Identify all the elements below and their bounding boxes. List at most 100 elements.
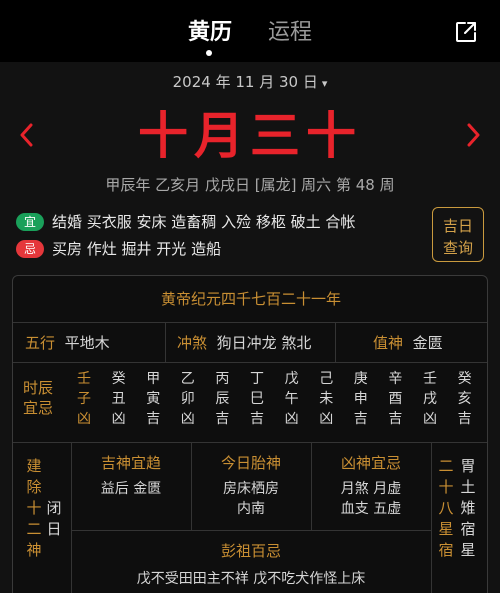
pengzu-title: 彭祖百忌 (220, 542, 281, 560)
divider (165, 322, 166, 362)
shichen-zhi: 丑 (111, 391, 126, 407)
shichen-luck: 凶 (319, 411, 334, 427)
jianchu-value: 闭日 (46, 499, 62, 538)
chevron-down-icon: ▾ (321, 77, 328, 90)
lunar-date: 十月三十 (138, 106, 362, 165)
jiri-query-button[interactable]: 吉日 查询 (432, 207, 484, 262)
shichen-column: 癸丑凶 (110, 369, 128, 429)
shichen-zhi: 亥 (457, 391, 472, 407)
shichen-zhi: 午 (284, 391, 299, 407)
top-bar: 黄历 运程 (0, 0, 500, 62)
divider (71, 530, 431, 531)
shichen-column: 乙卯凶 (179, 369, 197, 429)
shichen-column: 壬戌凶 (421, 369, 439, 429)
yi-row: 宜结婚 买衣服 安床 造畜稠 入殓 移柩 破土 合帐 (16, 211, 416, 233)
shichen-gan: 壬 (423, 371, 437, 387)
chongsha-value: 狗日冲龙 煞北 (216, 334, 312, 352)
jishen-body: 益后 金匮 (100, 481, 162, 497)
taishen-line1: 房床栖房 (223, 481, 279, 497)
shichen-column: 戊午凶 (283, 369, 301, 429)
shichen-luck: 凶 (77, 411, 91, 427)
yi-badge: 宜 (16, 212, 44, 231)
divider (431, 442, 432, 593)
shichen-luck: 凶 (180, 411, 195, 427)
huangdi-year: 黄帝纪元四千七百二十一年 (160, 290, 341, 308)
jishen-title: 吉神宜趋 (100, 454, 161, 472)
zhishen-cell: 值神 金匮 (373, 332, 443, 354)
shichen-column: 庚申吉 (352, 369, 370, 429)
shichen-luck: 凶 (111, 411, 126, 427)
shichen-gan: 己 (319, 371, 334, 387)
ji-items: 买房 作灶 掘井 开光 造船 (52, 240, 222, 258)
shichen-gan: 辛 (388, 371, 403, 387)
xiongshen-line2: 血支 五虚 (340, 501, 402, 517)
ji-row: 忌买房 作灶 掘井 开光 造船 (16, 238, 416, 260)
taishen-title: 今日胎神 (220, 454, 281, 472)
tab-yuncheng[interactable]: 运程 (268, 18, 312, 48)
next-day-arrow-icon[interactable] (462, 120, 484, 150)
shichen-zhi: 辰 (215, 391, 230, 407)
xiu-label: 二十八星宿 (438, 457, 454, 559)
jiri-button-line1: 吉日 (442, 216, 473, 235)
shichen-luck: 吉 (215, 411, 230, 427)
shichen-gan: 壬 (77, 371, 91, 387)
shichen-luck: 吉 (388, 411, 403, 427)
tab-huangli[interactable]: 黄历 (188, 18, 232, 48)
shichen-zhi: 戌 (423, 391, 437, 407)
chongsha-label: 冲煞 (177, 334, 208, 352)
divider (335, 322, 336, 362)
shichen-gan: 庚 (353, 371, 368, 387)
jiri-button-line2: 查询 (442, 238, 473, 257)
shichen-zhi: 寅 (146, 391, 161, 407)
shichen-zhi: 申 (353, 391, 368, 407)
shichen-luck: 凶 (284, 411, 299, 427)
shichen-luck: 吉 (353, 411, 368, 427)
ganzhi-line: 甲辰年 乙亥月 戊戌日 [属龙] 周六 第 48 周 (105, 176, 395, 194)
taishen-line2: 内南 (237, 501, 265, 517)
divider (13, 322, 487, 323)
shichen-gan: 癸 (111, 371, 126, 387)
shichen-zhi: 酉 (388, 391, 403, 407)
active-tab-indicator (206, 50, 212, 56)
wuxing-cell: 五行 平地木 (25, 332, 110, 354)
shichen-zhi: 卯 (180, 391, 195, 407)
shichen-label: 时辰 宜忌 (23, 379, 54, 417)
wuxing-label: 五行 (25, 334, 56, 352)
date-label: 2024 年 11 月 30 日 (172, 73, 318, 91)
chongsha-cell: 冲煞 狗日冲龙 煞北 (177, 332, 311, 354)
shichen-column: 辛酉吉 (386, 369, 404, 429)
shichen-gan: 戊 (284, 371, 299, 387)
shichen-zhi: 未 (319, 391, 334, 407)
wuxing-value: 平地木 (64, 334, 110, 352)
zhishen-label: 值神 (373, 334, 404, 352)
shichen-column: 己未凶 (317, 369, 335, 429)
date-selector[interactable]: 2024 年 11 月 30 日 ▾ (0, 70, 500, 96)
zhishen-value: 金匮 (412, 334, 443, 352)
shichen-zhi: 巳 (250, 391, 264, 407)
shichen-column: 癸亥吉 (456, 369, 474, 429)
divider (13, 362, 487, 363)
jianchu-label: 建除十二神 (26, 457, 42, 559)
shichen-luck: 吉 (457, 411, 472, 427)
yi-items: 结婚 买衣服 安床 造畜稠 入殓 移柩 破土 合帐 (52, 213, 356, 231)
shichen-zhi: 子 (77, 391, 91, 407)
shichen-luck: 吉 (146, 411, 161, 427)
shichen-column: 甲寅吉 (144, 369, 162, 429)
shichen-gan: 乙 (180, 371, 195, 387)
pengzu-body: 戊不受田田主不祥 戊不吃犬作怪上床 (136, 571, 366, 587)
xiu-value: 胃土雉宿星 (460, 457, 476, 559)
shichen-column: 丙辰吉 (213, 369, 231, 429)
shichen-column: 丁巳吉 (248, 369, 266, 429)
almanac-main: 2024 年 11 月 30 日 ▾ 十月三十 甲辰年 乙亥月 戊戌日 [属龙] … (0, 62, 500, 593)
shichen-column: 壬子凶 (75, 369, 93, 429)
shichen-luck: 凶 (423, 411, 437, 427)
xiongshen-title: 凶神宜忌 (340, 454, 401, 472)
shichen-luck: 吉 (250, 411, 264, 427)
shichen-gan: 丙 (215, 371, 230, 387)
share-icon[interactable] (454, 20, 478, 44)
shichen-gan: 甲 (146, 371, 161, 387)
shichen-gan: 丁 (250, 371, 264, 387)
ji-badge: 忌 (16, 239, 44, 258)
shichen-gan: 癸 (457, 371, 472, 387)
xiongshen-line1: 月煞 月虚 (340, 481, 402, 497)
